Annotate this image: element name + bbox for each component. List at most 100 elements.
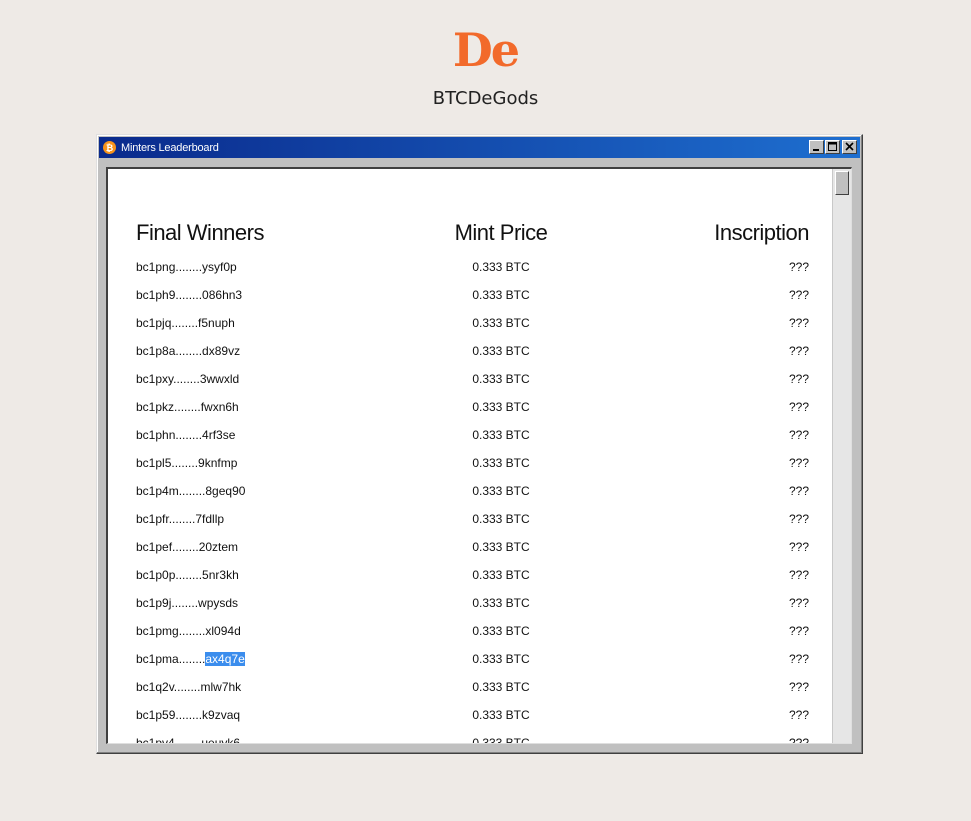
winner-address: bc1p4m........8geq90 [136,484,396,498]
inscription: ??? [788,736,809,744]
close-icon [845,142,854,151]
address-prefix: bc1pv4........ [136,736,202,744]
address-suffix: 086hn3 [202,288,243,302]
mint-price: 0.333 BTC [472,260,530,274]
scrollbar-thumb[interactable] [835,171,849,195]
table-body: bc1png........ysyf0p 0.333 BTC??? bc1ph9..… [136,253,809,744]
address-prefix: bc1p4m........ [136,484,206,498]
address-suffix: ueuyk6 [201,736,241,744]
winner-address: bc1pkz........fwxn6h [136,400,396,414]
mint-price: 0.333 BTC [472,540,530,554]
address-suffix: 7fdllp [195,512,225,526]
address-prefix: bc1pjq........ [136,316,199,330]
address-suffix: fwxn6h [200,400,239,414]
header-mint-price: Mint Price [454,220,548,245]
address-prefix: bc1pmg........ [136,624,206,638]
table-row: bc1p4m........8geq90 0.333 BTC??? [136,477,809,505]
mint-price: 0.333 BTC [472,456,530,470]
mint-price: 0.333 BTC [472,680,530,694]
table-row: bc1p0p........5nr3kh 0.333 BTC??? [136,561,809,589]
winner-address: bc1pl5........9knfmp [136,456,396,470]
winner-address: bc1p59........k9zvaq [136,708,396,722]
mint-price: 0.333 BTC [472,344,530,358]
winner-address: bc1q2v........mlw7hk [136,680,396,694]
mint-price: 0.333 BTC [472,288,530,302]
table-row: bc1pkz........fwxn6h 0.333 BTC??? [136,393,809,421]
table-row: bc1p9j........wpysds 0.333 BTC??? [136,589,809,617]
winner-address: bc1pjq........f5nuph [136,316,396,330]
window-titlebar[interactable]: ₿ Minters Leaderboard [99,137,860,158]
inscription: ??? [788,372,809,386]
inscription: ??? [788,624,809,638]
address-prefix: bc1q2v........ [136,680,201,694]
table-row: bc1pl5........9knfmp 0.333 BTC??? [136,449,809,477]
mint-price: 0.333 BTC [472,568,530,582]
table-header: Final Winners Mint Price Inscription [136,213,810,253]
mint-price: 0.333 BTC [472,428,530,442]
address-prefix: bc1pma........ [136,652,206,666]
address-suffix: ysyf0p [202,260,237,274]
mint-price: 0.333 BTC [472,596,530,610]
mint-price: 0.333 BTC [472,512,530,526]
inscription: ??? [788,456,809,470]
inscription: ??? [788,512,809,526]
close-button[interactable] [842,140,857,154]
address-suffix: f5nuph [198,316,235,330]
inscription: ??? [788,400,809,414]
minimize-icon [813,149,819,151]
degods-logo: De [452,23,520,77]
window-controls [808,140,857,154]
address-prefix: bc1ph9........ [136,288,203,302]
winner-address: bc1png........ysyf0p [136,260,396,274]
table-row: bc1pma........ax4q7e 0.333 BTC??? [136,645,809,673]
mint-price: 0.333 BTC [472,484,530,498]
winner-address: bc1p8a........dx89vz [136,344,396,358]
inscription: ??? [788,344,809,358]
maximize-icon [828,142,837,151]
winner-address: bc1pmg........xl094d [136,624,396,638]
address-suffix: xl094d [205,624,241,638]
leaderboard-panel[interactable]: Final Winners Mint Price Inscription bc1… [106,167,852,744]
inscription: ??? [788,708,809,722]
table-row: bc1pv4........ueuyk6 0.333 BTC??? [136,729,809,744]
address-prefix: bc1p59........ [136,708,203,722]
address-prefix: bc1pxy........ [136,372,200,386]
address-prefix: bc1p0p........ [136,568,203,582]
address-prefix: bc1pkz........ [136,400,201,414]
leaderboard-table: Final Winners Mint Price Inscription bc1… [136,213,810,744]
address-prefix: bc1p8a........ [136,344,203,358]
table-row: bc1phn........4rf3se 0.333 BTC??? [136,421,809,449]
winner-address: bc1pxy........3wwxld [136,372,396,386]
inscription: ??? [788,568,809,582]
table-row: bc1p8a........dx89vz 0.333 BTC??? [136,337,809,365]
mint-price: 0.333 BTC [472,400,530,414]
winner-address: bc1pv4........ueuyk6 [136,736,396,744]
inscription: ??? [788,652,809,666]
vertical-scrollbar[interactable] [832,169,851,743]
address-suffix: dx89vz [202,344,241,358]
mint-price: 0.333 BTC [472,624,530,638]
address-suffix: mlw7hk [200,680,242,694]
address-suffix: 8geq90 [205,484,246,498]
address-prefix: bc1pef........ [136,540,199,554]
inscription: ??? [788,316,809,330]
minimize-button[interactable] [809,140,824,154]
address-prefix: bc1pl5........ [136,456,199,470]
table-row: bc1pmg........xl094d 0.333 BTC??? [136,617,809,645]
mint-price: 0.333 BTC [472,736,530,744]
brand-title: BTCDeGods [432,88,539,109]
header-inscription: Inscription [714,220,809,245]
window-title: Minters Leaderboard [121,141,219,154]
winner-address: bc1p0p........5nr3kh [136,568,396,582]
address-suffix: 4rf3se [202,428,236,442]
inscription: ??? [788,540,809,554]
address-suffix: 3wwxld [199,372,240,386]
address-suffix: wpysds [198,596,239,610]
inscription: ??? [788,680,809,694]
mint-price: 0.333 BTC [472,372,530,386]
table-row: bc1pxy........3wwxld 0.333 BTC??? [136,365,809,393]
mint-price: 0.333 BTC [472,708,530,722]
inscription: ??? [788,288,809,302]
maximize-button[interactable] [825,140,840,154]
inscription: ??? [788,484,809,498]
